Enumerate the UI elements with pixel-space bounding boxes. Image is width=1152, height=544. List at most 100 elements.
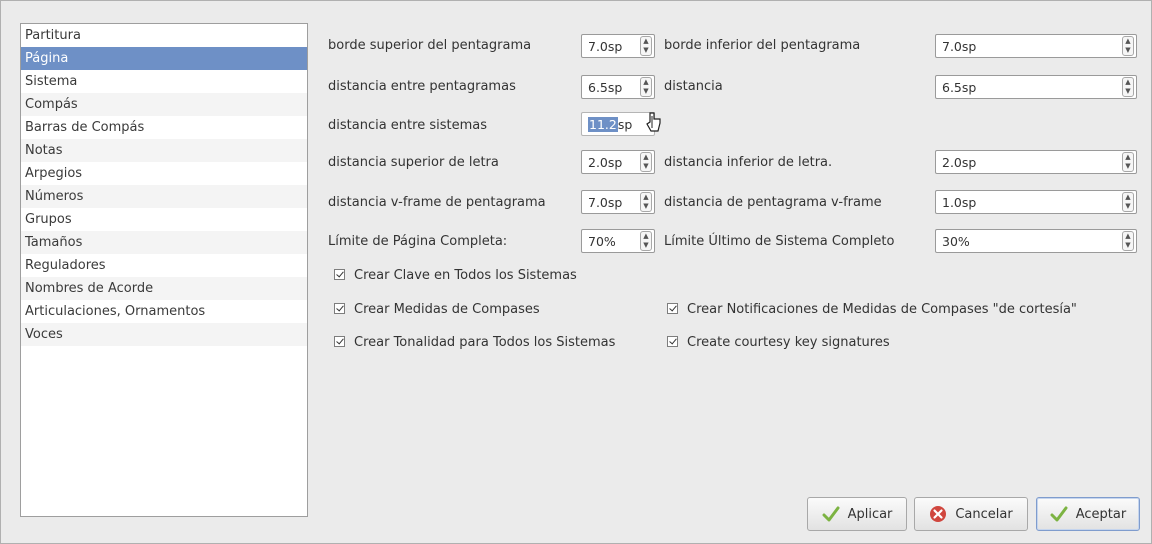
staff-upper-border-value[interactable]: 7.0sp — [588, 39, 622, 54]
sidebar-item-articulaciones[interactable]: Articulaciones, Ornamentos — [21, 300, 307, 323]
courtesy-time-label: Crear Notificaciones de Medidas de Compa… — [687, 302, 1077, 317]
spin-down-icon[interactable]: ▼ — [641, 202, 651, 211]
sidebar-item-grupos[interactable]: Grupos — [21, 208, 307, 231]
staff-distance-label: distancia entre pentagramas — [328, 79, 516, 94]
spin-buttons[interactable]: ▲ ▼ — [640, 152, 652, 172]
spin-buttons[interactable]: ▲ ▼ — [1122, 192, 1134, 212]
sidebar-item-reguladores[interactable]: Reguladores — [21, 254, 307, 277]
spin-up-icon[interactable]: ▲ — [641, 232, 651, 241]
spin-buttons[interactable]: ▲ ▼ — [640, 77, 652, 97]
sidebar-item-numeros[interactable]: Números — [21, 185, 307, 208]
sidebar-item-pagina[interactable]: Página — [21, 47, 307, 70]
spin-down-icon[interactable]: ▼ — [641, 87, 651, 96]
lyrics-lower-spinbox[interactable]: 2.0sp ▲ ▼ — [935, 150, 1137, 174]
spin-down-icon[interactable]: ▼ — [1123, 202, 1133, 211]
spin-up-icon[interactable]: ▲ — [1123, 78, 1133, 87]
clef-all-systems-checkbox[interactable]: Crear Clave en Todos los Sistemas — [334, 268, 577, 283]
spin-buttons[interactable]: ▲ ▼ — [1122, 77, 1134, 97]
staff-upper-border-label: borde superior del pentagrama — [328, 38, 532, 53]
spin-down-icon[interactable]: ▼ — [1123, 162, 1133, 171]
spin-up-icon[interactable]: ▲ — [1123, 37, 1133, 46]
page-fill-limit-spinbox[interactable]: 70% ▲ ▼ — [581, 229, 655, 253]
lyrics-lower-value[interactable]: 2.0sp — [942, 155, 976, 170]
spin-buttons[interactable]: ▲ ▼ — [640, 231, 652, 251]
spin-up-icon[interactable]: ▲ — [641, 78, 651, 87]
checkbox-checked-icon[interactable] — [334, 303, 345, 314]
distance-value[interactable]: 6.5sp — [942, 80, 976, 95]
staff-upper-border-spinbox[interactable]: 7.0sp ▲ ▼ — [581, 34, 655, 58]
vframe-staff-value[interactable]: 7.0sp — [588, 195, 622, 210]
checkbox-checked-icon[interactable] — [334, 269, 345, 280]
spin-buttons[interactable]: ▲ ▼ — [1122, 231, 1134, 251]
cancel-icon — [930, 506, 947, 522]
spin-up-icon[interactable]: ▲ — [641, 193, 651, 202]
distance-spinbox[interactable]: 6.5sp ▲ ▼ — [935, 75, 1137, 99]
staff-vframe-spinbox[interactable]: 1.0sp ▲ ▼ — [935, 190, 1137, 214]
accept-button-label: Aceptar — [1075, 506, 1127, 522]
sidebar-item-compas[interactable]: Compás — [21, 93, 307, 116]
cancel-button-label: Cancelar — [955, 506, 1013, 522]
distance-label: distancia — [664, 79, 723, 94]
spin-up-icon[interactable]: ▲ — [1123, 193, 1133, 202]
sidebar-item-barras-de-compas[interactable]: Barras de Compás — [21, 116, 307, 139]
lyrics-upper-value[interactable]: 2.0sp — [588, 155, 622, 170]
cancel-button[interactable]: Cancelar — [914, 497, 1028, 531]
sidebar-item-arpegios[interactable]: Arpegios — [21, 162, 307, 185]
spin-down-icon[interactable]: ▼ — [1123, 241, 1133, 250]
spin-down-icon[interactable]: ▼ — [641, 241, 651, 250]
spin-buttons[interactable]: ▲ ▼ — [640, 192, 652, 212]
sidebar-item-voces[interactable]: Voces — [21, 323, 307, 346]
measure-numbers-checkbox[interactable]: Crear Medidas de Compases — [334, 302, 540, 317]
page-fill-limit-label: Límite de Página Completa: — [328, 234, 508, 249]
staff-vframe-value[interactable]: 1.0sp — [942, 195, 976, 210]
apply-button-label: Aplicar — [847, 506, 893, 522]
last-system-fill-spinbox[interactable]: 30% ▲ ▼ — [935, 229, 1137, 253]
spin-down-icon[interactable]: ▼ — [641, 162, 651, 171]
courtesy-time-checkbox[interactable]: Crear Notificaciones de Medidas de Compa… — [667, 302, 1077, 317]
spin-down-icon[interactable]: ▼ — [1123, 87, 1133, 96]
checkbox-checked-icon[interactable] — [334, 336, 345, 347]
sidebar-item-nombres-de-acorde[interactable]: Nombres de Acorde — [21, 277, 307, 300]
spin-up-icon[interactable]: ▲ — [1123, 232, 1133, 241]
category-list[interactable]: Partitura Página Sistema Compás Barras d… — [20, 23, 308, 517]
checkbox-checked-icon[interactable] — [667, 303, 678, 314]
page-fill-limit-value[interactable]: 70% — [588, 234, 616, 249]
spin-buttons[interactable]: ▲ ▼ — [1122, 36, 1134, 56]
lyrics-upper-label: distancia superior de letra — [328, 155, 499, 170]
courtesy-key-checkbox[interactable]: Create courtesy key signatures — [667, 335, 890, 350]
staff-vframe-label: distancia de pentagrama v-frame — [664, 195, 882, 210]
key-all-systems-label: Crear Tonalidad para Todos los Sistemas — [354, 335, 616, 350]
system-distance-unit: sp — [617, 117, 633, 132]
spin-down-icon[interactable]: ▼ — [641, 46, 651, 55]
checkbox-checked-icon[interactable] — [667, 336, 678, 347]
system-distance-label: distancia entre sistemas — [328, 118, 487, 133]
check-icon — [822, 506, 840, 522]
courtesy-key-label: Create courtesy key signatures — [687, 335, 890, 350]
staff-distance-value[interactable]: 6.5sp — [588, 80, 622, 95]
spin-up-icon[interactable]: ▲ — [641, 153, 651, 162]
spin-buttons[interactable]: ▲ ▼ — [1122, 152, 1134, 172]
lyrics-upper-spinbox[interactable]: 2.0sp ▲ ▼ — [581, 150, 655, 174]
last-system-fill-value[interactable]: 30% — [942, 234, 970, 249]
measure-numbers-label: Crear Medidas de Compases — [354, 302, 540, 317]
vframe-staff-spinbox[interactable]: 7.0sp ▲ ▼ — [581, 190, 655, 214]
mouse-cursor-icon — [646, 112, 661, 132]
system-distance-value[interactable]: 11.2sp — [588, 117, 632, 132]
staff-distance-spinbox[interactable]: 6.5sp ▲ ▼ — [581, 75, 655, 99]
sidebar-item-sistema[interactable]: Sistema — [21, 70, 307, 93]
spin-buttons[interactable]: ▲ ▼ — [640, 36, 652, 56]
lyrics-lower-label: distancia inferior de letra. — [664, 155, 833, 170]
spin-down-icon[interactable]: ▼ — [1123, 46, 1133, 55]
spin-up-icon[interactable]: ▲ — [641, 37, 651, 46]
apply-button[interactable]: Aplicar — [807, 497, 907, 531]
sidebar-item-notas[interactable]: Notas — [21, 139, 307, 162]
spin-up-icon[interactable]: ▲ — [1123, 153, 1133, 162]
key-all-systems-checkbox[interactable]: Crear Tonalidad para Todos los Sistemas — [334, 335, 615, 350]
accept-button[interactable]: Aceptar — [1036, 497, 1140, 531]
staff-lower-border-value[interactable]: 7.0sp — [942, 39, 976, 54]
staff-lower-border-label: borde inferior del pentagrama — [664, 38, 861, 53]
sidebar-item-tamanos[interactable]: Tamaños — [21, 231, 307, 254]
staff-lower-border-spinbox[interactable]: 7.0sp ▲ ▼ — [935, 34, 1137, 58]
system-distance-spinbox[interactable]: 11.2sp — [581, 112, 655, 136]
sidebar-item-partitura[interactable]: Partitura — [21, 24, 307, 47]
